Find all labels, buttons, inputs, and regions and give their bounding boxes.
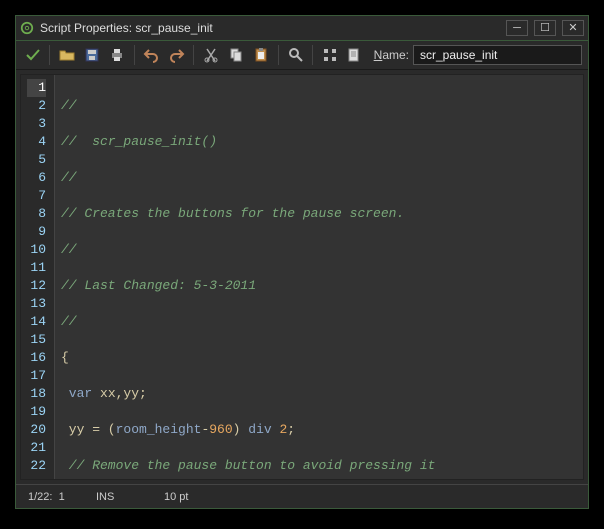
cut-button[interactable] <box>200 44 221 66</box>
paste-button[interactable] <box>251 44 272 66</box>
print-button[interactable] <box>107 44 128 66</box>
goto-line-button[interactable] <box>319 44 340 66</box>
status-bar: 1/22: 1 INS 10 pt <box>16 484 588 508</box>
maximize-button[interactable]: ☐ <box>534 20 556 36</box>
line-number: 10 <box>27 241 46 259</box>
name-label: Name: <box>374 48 409 62</box>
line-number: 15 <box>27 331 46 349</box>
line-number: 13 <box>27 295 46 313</box>
line-number: 20 <box>27 421 46 439</box>
line-number: 14 <box>27 313 46 331</box>
line-number: 4 <box>27 133 46 151</box>
line-number: 19 <box>27 403 46 421</box>
separator <box>312 45 313 65</box>
line-number: 21 <box>27 439 46 457</box>
line-number: 12 <box>27 277 46 295</box>
line-number: 22 <box>27 457 46 475</box>
separator <box>134 45 135 65</box>
code-content[interactable]: // // scr_pause_init() // // Creates the… <box>55 75 583 479</box>
script-name-input[interactable] <box>413 45 582 65</box>
app-icon <box>20 21 34 35</box>
minimize-button[interactable]: ─ <box>506 20 528 36</box>
toolbar: Name: <box>16 40 588 70</box>
titlebar[interactable]: Script Properties: scr_pause_init ─ ☐ ✕ <box>16 16 588 40</box>
line-number: 16 <box>27 349 46 367</box>
status-insert-mode: INS <box>96 491 136 503</box>
close-button[interactable]: ✕ <box>562 20 584 36</box>
status-position: 1/22: 1 <box>28 491 68 503</box>
undo-button[interactable] <box>141 44 162 66</box>
line-number: 7 <box>27 187 46 205</box>
line-number: 11 <box>27 259 46 277</box>
status-font-size: 10 pt <box>164 491 204 503</box>
window-title: Script Properties: scr_pause_init <box>40 21 500 35</box>
line-number: 2 <box>27 97 46 115</box>
line-number: 8 <box>27 205 46 223</box>
separator <box>193 45 194 65</box>
line-number: 5 <box>27 151 46 169</box>
find-button[interactable] <box>285 44 306 66</box>
line-number: 1 <box>27 79 46 97</box>
line-number: 3 <box>27 115 46 133</box>
line-number: 17 <box>27 367 46 385</box>
syntax-check-button[interactable] <box>344 44 365 66</box>
separator <box>278 45 279 65</box>
copy-button[interactable] <box>226 44 247 66</box>
line-number: 9 <box>27 223 46 241</box>
line-number: 6 <box>27 169 46 187</box>
script-properties-window: Script Properties: scr_pause_init ─ ☐ ✕ <box>15 15 589 509</box>
save-button[interactable] <box>81 44 102 66</box>
line-gutter: 12345678910111213141516171819202122 <box>21 75 55 479</box>
code-editor[interactable]: 12345678910111213141516171819202122 // /… <box>20 74 584 480</box>
confirm-button[interactable] <box>22 44 43 66</box>
open-button[interactable] <box>56 44 77 66</box>
separator <box>49 45 50 65</box>
redo-button[interactable] <box>166 44 187 66</box>
line-number: 18 <box>27 385 46 403</box>
